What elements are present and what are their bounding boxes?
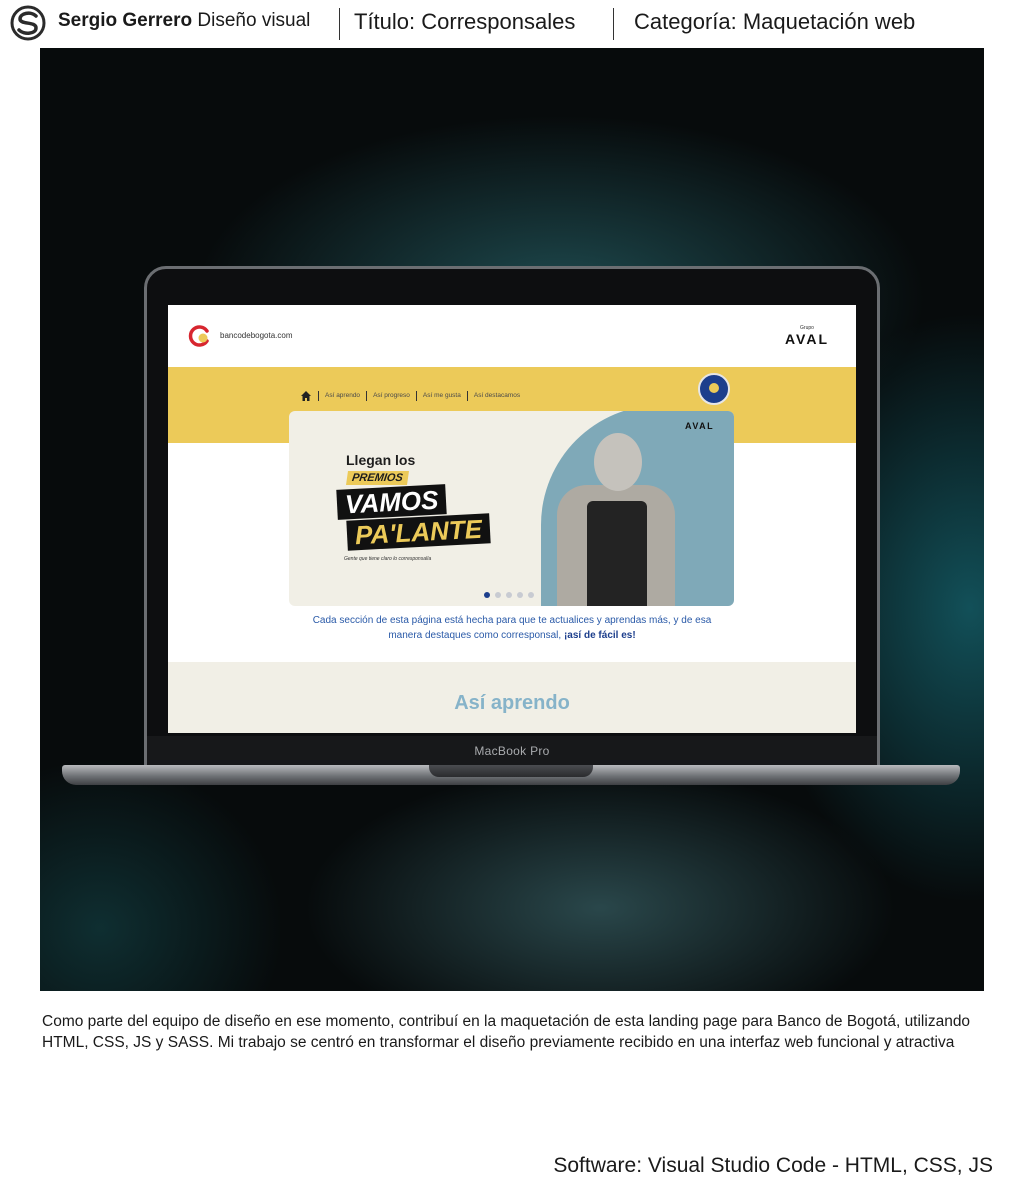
laptop-chin: MacBook Pro: [147, 736, 877, 766]
laptop-notch: [429, 765, 593, 777]
banner-premios: PREMIOS: [346, 471, 409, 485]
software-used: Software: Visual Studio Code - HTML, CSS…: [553, 1154, 993, 1177]
section-asi-aprendo: Así aprendo: [168, 662, 856, 733]
intro-highlight: ¡así de fácil es!: [563, 630, 636, 641]
laptop-model-label: MacBook Pro: [474, 744, 550, 758]
header-divider: [339, 8, 340, 40]
showcase-image: bancodebogota.com Grupo AVAL Así aprendo…: [40, 48, 984, 991]
nav-item-asi-aprendo[interactable]: Así aprendo: [318, 391, 366, 401]
carousel-dot[interactable]: [495, 592, 501, 598]
intro-body: Cada sección de esta página está hecha p…: [312, 615, 712, 641]
laptop-screen: bancodebogota.com Grupo AVAL Así aprendo…: [168, 305, 856, 733]
nav-item-asi-me-gusta[interactable]: Así me gusta: [415, 391, 467, 401]
portfolio-header: Sergio Gerrero Diseño visual Título: Cor…: [0, 0, 1024, 46]
project-description: Como parte del equipo de diseño en ese m…: [42, 1013, 971, 1051]
banner-tagline: Gente que tiene claro lo corresponsalía: [344, 556, 432, 562]
banner-aval-logo: AVAL: [685, 421, 715, 431]
site-nav: Así aprendo Así progreso Así me gusta As…: [300, 389, 526, 403]
author: Sergio Gerrero Diseño visual: [58, 10, 310, 32]
carousel-dot[interactable]: [517, 592, 523, 598]
home-icon[interactable]: [300, 390, 312, 402]
intro-text: Cada sección de esta página está hecha p…: [298, 613, 726, 643]
carousel-dot[interactable]: [528, 592, 534, 598]
site-topbar: bancodebogota.com Grupo AVAL: [168, 305, 856, 367]
banner-vamos: VAMOS: [336, 484, 448, 520]
header-divider: [613, 8, 614, 40]
nav-item-asi-destacamos[interactable]: Así destacamos: [466, 391, 526, 401]
site-domain[interactable]: bancodebogota.com: [220, 331, 293, 340]
bank-logo-icon[interactable]: [188, 324, 212, 348]
program-badge-icon: [698, 373, 730, 405]
author-role: Diseño visual: [197, 10, 311, 31]
hero-carousel[interactable]: AVAL Llegan los PREMIOS VAMOS PA'LANTE G…: [289, 411, 734, 606]
nav-item-asi-progreso[interactable]: Así progreso: [366, 391, 416, 401]
aval-label: AVAL: [784, 331, 830, 347]
sg-logo-icon: [10, 5, 46, 41]
project-title: Título: Corresponsales: [354, 9, 576, 34]
author-name: Sergio Gerrero: [58, 10, 193, 31]
carousel-dots: [484, 592, 534, 598]
project-category: Categoría: Maquetación web: [634, 9, 916, 34]
carousel-dot[interactable]: [484, 592, 490, 598]
section-title: Así aprendo: [454, 692, 570, 714]
carousel-dot[interactable]: [506, 592, 512, 598]
banner-apron: [587, 501, 647, 606]
banner-palante: PA'LANTE: [346, 513, 491, 551]
banner-person-head: [594, 433, 642, 491]
grupo-aval-logo: Grupo AVAL: [776, 325, 838, 351]
banner-headline: Llegan los: [346, 452, 416, 468]
